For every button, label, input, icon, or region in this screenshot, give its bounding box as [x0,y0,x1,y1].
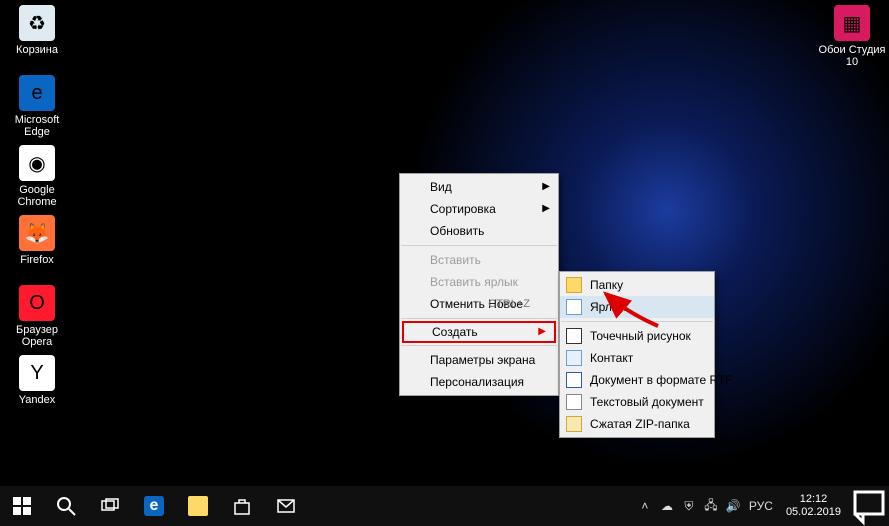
submenu-item[interactable]: Контакт [560,347,714,369]
submenu-item[interactable]: Точечный рисунок [560,325,714,347]
menu-item-label: Персонализация [430,375,524,389]
menu-item-label: Документ в формате RTF [590,373,733,387]
context-menu-item[interactable]: Обновить [400,220,558,242]
context-menu-item[interactable]: Параметры экрана [400,349,558,371]
menu-item-label: Сортировка [430,202,496,216]
rtf-icon [566,372,582,388]
desktop-icon-label: Yandex [1,394,73,406]
menu-item-label: Контакт [590,351,633,365]
desktop-icon-firefox[interactable]: 🦊 Firefox [1,215,73,266]
menu-item-label: Папку [590,278,623,292]
desktop-icon-label: Корзина [1,44,73,56]
menu-item-label: Вставить [430,253,481,267]
firefox-icon: 🦊 [19,215,55,251]
wall-studio-icon: ▦ [834,5,870,41]
recycle-bin-icon: ♻ [19,5,55,41]
zip-icon [566,416,582,432]
menu-item-label: Сжатая ZIP-папка [590,417,690,431]
context-menu-item: Вставить ярлык [400,271,558,293]
submenu-arrow-icon: ▶ [538,323,546,341]
desktop-context-menu: Вид ▶ Сортировка ▶ Обновить Вставить Вставить … [399,173,559,396]
tray-language[interactable]: РУС [744,486,778,526]
edge-icon: e [19,75,55,111]
taskbar-edge[interactable]: e [132,486,176,526]
context-menu-item[interactable]: Отменить НовоеCTRL+Z [400,293,558,315]
desktop-icon-label: Google Chrome [1,184,73,208]
context-menu-item[interactable]: Сортировка ▶ [400,198,558,220]
submenu-item[interactable]: Папку [560,274,714,296]
bmp-icon [566,328,582,344]
menu-item-label: Параметры экрана [430,353,535,367]
menu-item-label: Ярлык [590,300,626,314]
taskbar: e ˄ ☁ ⛨ 🖧 🔊 РУС 12:12 05.02.2019 [0,486,889,526]
desktop-icon-opera[interactable]: O Браузер Opera [1,285,73,348]
submenu-item[interactable]: Сжатая ZIP-папка [560,413,714,435]
action-center-button[interactable] [849,486,889,526]
tray-network-icon[interactable]: 🖧 [700,486,722,526]
desktop-icon-label: Обои Студия 10 [816,44,888,68]
personalize-icon [406,374,422,390]
desktop-icon-label: Браузер Opera [1,324,73,348]
chrome-icon: ◉ [19,145,55,181]
context-menu-item: Вставить [400,249,558,271]
link-icon [566,299,582,315]
txt-icon [566,394,582,410]
contact-icon [566,350,582,366]
menu-item-label: Вставить ярлык [430,275,518,289]
menu-item-label: Текстовый документ [590,395,704,409]
display-icon [406,352,422,368]
menu-separator [561,321,713,322]
tray-volume-icon[interactable]: 🔊 [722,486,744,526]
desktop-icon-edge[interactable]: e Microsoft Edge [1,75,73,138]
menu-separator [401,345,557,346]
menu-item-label: Создать [432,325,478,339]
desktop-icon-recycle-bin[interactable]: ♻ Корзина [1,5,73,56]
desktop-icon-chrome[interactable]: ◉ Google Chrome [1,145,73,208]
menu-item-label: Точечный рисунок [590,329,691,343]
desktop-icon-yandex[interactable]: Y Yandex [1,355,73,406]
submenu-item[interactable]: Текстовый документ [560,391,714,413]
folder-icon [566,277,582,293]
tray-defender-icon[interactable]: ⛨ [678,486,700,526]
tray-clock[interactable]: 12:12 05.02.2019 [778,493,849,519]
menu-item-shortcut: CTRL+Z [488,293,530,315]
context-menu-item[interactable]: Создать ▶ [402,321,556,343]
taskbar-explorer[interactable] [176,486,220,526]
submenu-item[interactable]: Документ в формате RTF [560,369,714,391]
menu-item-label: Обновить [430,224,484,238]
tray-onedrive-icon[interactable]: ☁ [656,486,678,526]
desktop-icon-label: Microsoft Edge [1,114,73,138]
menu-item-label: Вид [430,180,452,194]
menu-separator [401,245,557,246]
tray-language-label: РУС [749,499,773,513]
clock-date: 05.02.2019 [786,506,841,519]
search-button[interactable] [44,486,88,526]
system-tray: ˄ ☁ ⛨ 🖧 🔊 РУС 12:12 05.02.2019 [634,486,889,526]
tray-chevron-icon[interactable]: ˄ [634,486,656,526]
yandex-icon: Y [19,355,55,391]
clock-time: 12:12 [786,493,841,506]
submenu-item[interactable]: Ярлык [560,296,714,318]
submenu-arrow-icon: ▶ [542,176,550,198]
context-menu-item[interactable]: Персонализация [400,371,558,393]
taskbar-store[interactable] [220,486,264,526]
opera-icon: O [19,285,55,321]
desktop-icon-label: Firefox [1,254,73,266]
taskview-button[interactable] [88,486,132,526]
context-menu-item[interactable]: Вид ▶ [400,176,558,198]
taskbar-mail[interactable] [264,486,308,526]
context-submenu-new: Папку Ярлык Точечный рисунок Контакт Докумен… [559,271,715,438]
submenu-arrow-icon: ▶ [542,198,550,220]
menu-separator [401,318,557,319]
start-button[interactable] [0,486,44,526]
desktop-icon-wall-studio[interactable]: ▦ Обои Студия 10 [816,5,888,68]
